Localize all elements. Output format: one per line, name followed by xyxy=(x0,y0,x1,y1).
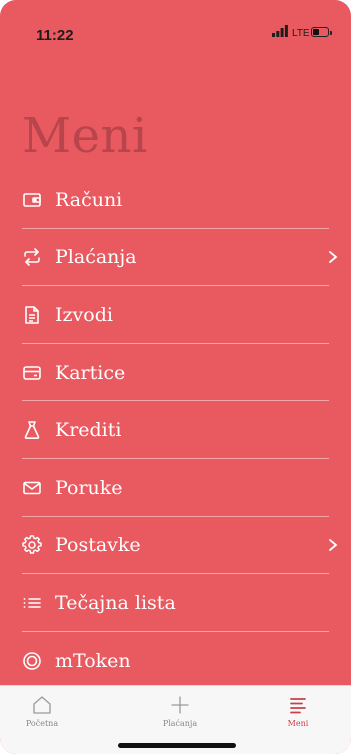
token-icon xyxy=(23,651,41,670)
menu-item-racuni[interactable]: Računi xyxy=(0,171,351,229)
menu-item-label: Računi xyxy=(55,188,123,211)
status-bar: 11:22 LTE xyxy=(0,0,351,66)
menu-item-izvodi[interactable]: Izvodi xyxy=(0,286,351,344)
tab-label: Početna xyxy=(25,719,59,728)
tab-pocetna[interactable]: Početna xyxy=(2,694,82,728)
gear-icon xyxy=(22,535,42,555)
menu-item-label: Kartice xyxy=(55,361,126,384)
plus-icon xyxy=(171,696,189,714)
app-screen: 11:22 LTE Meni Računi Plaćanja Izvodi Ka… xyxy=(0,0,351,754)
menu-item-postavke[interactable]: Postavke xyxy=(0,517,351,575)
network-type: LTE xyxy=(292,28,310,39)
menu-item-label: Krediti xyxy=(55,419,122,442)
main-menu: Računi Plaćanja Izvodi Kartice Krediti P… xyxy=(0,171,351,689)
menu-item-tecajna-lista[interactable]: Tečajna lista xyxy=(0,574,351,632)
envelope-icon xyxy=(23,481,41,495)
home-icon xyxy=(33,696,51,714)
menu-item-label: Tečajna lista xyxy=(55,591,176,614)
tab-meni[interactable]: Meni xyxy=(258,694,338,728)
menu-item-label: mToken xyxy=(55,649,131,672)
chevron-right-icon xyxy=(329,539,338,552)
wallet-icon xyxy=(23,192,41,207)
menu-icon xyxy=(290,698,306,714)
money-bag-icon xyxy=(24,421,40,440)
menu-item-mtoken[interactable]: mToken xyxy=(0,632,351,690)
menu-item-poruke[interactable]: Poruke xyxy=(0,459,351,517)
menu-item-placanja[interactable]: Plaćanja xyxy=(0,229,351,287)
tab-placanja[interactable]: Plaćanja xyxy=(140,694,220,728)
battery-icon xyxy=(311,27,332,37)
card-icon xyxy=(23,365,41,380)
signal-icon xyxy=(272,25,288,37)
menu-item-label: Plaćanja xyxy=(55,246,137,269)
status-time: 11:22 xyxy=(36,27,74,44)
tab-label: Meni xyxy=(287,719,309,728)
page-title: Meni xyxy=(22,108,148,164)
menu-item-krediti[interactable]: Krediti xyxy=(0,401,351,459)
chevron-right-icon xyxy=(329,251,338,264)
list-icon xyxy=(23,598,41,608)
transfer-arrows-icon xyxy=(24,248,40,267)
tab-label: Plaćanja xyxy=(162,719,198,728)
home-indicator[interactable] xyxy=(118,743,236,748)
menu-item-label: Izvodi xyxy=(55,303,113,326)
menu-item-kartice[interactable]: Kartice xyxy=(0,344,351,402)
document-icon xyxy=(25,306,39,324)
menu-item-label: Poruke xyxy=(55,476,123,499)
menu-item-label: Postavke xyxy=(55,534,141,557)
